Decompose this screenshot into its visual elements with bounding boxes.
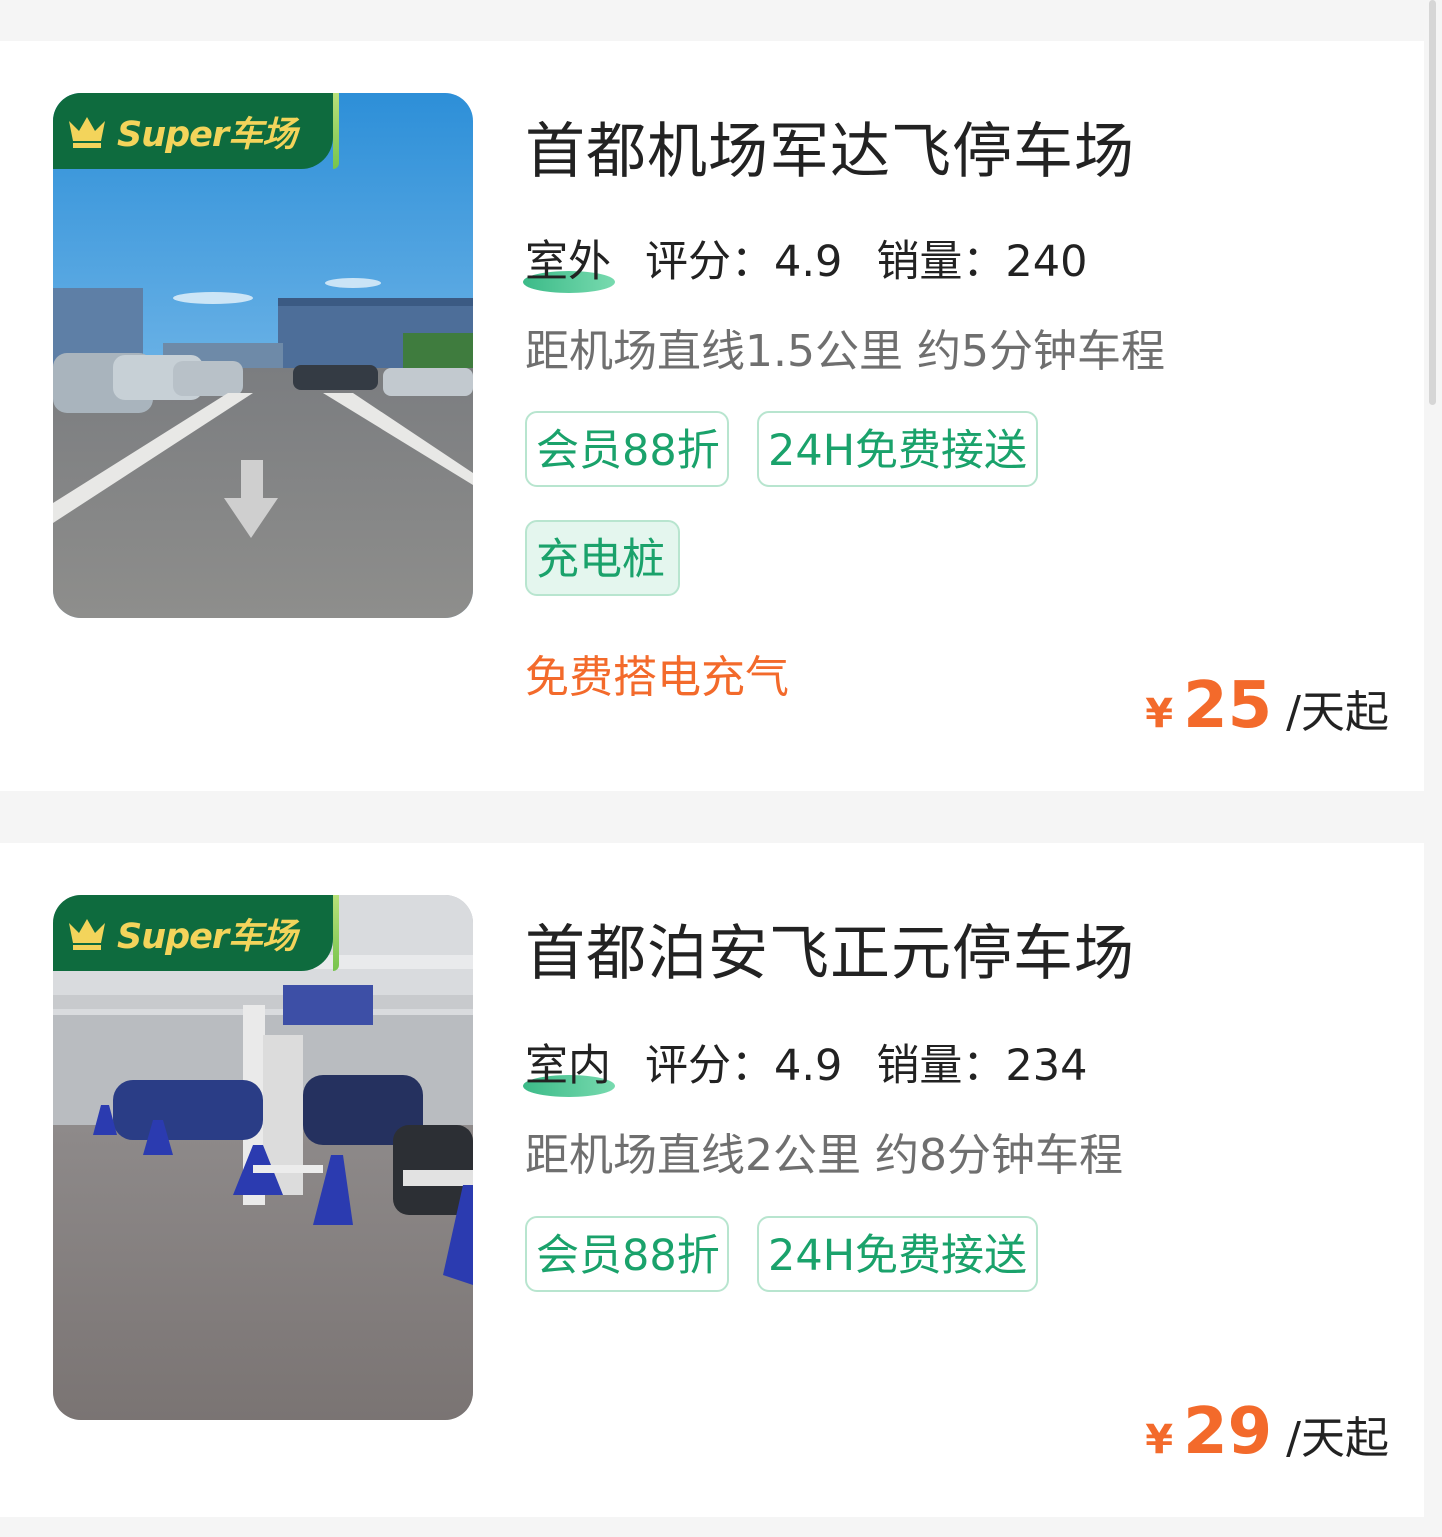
parking-lot-photo: Super车场 (53, 93, 473, 618)
parking-lot-meta: 室外 评分：4.9 销量：240 (523, 227, 1121, 293)
rating: 评分：4.9 (645, 237, 843, 287)
parking-lot-photo: Super车场 (53, 895, 473, 1420)
location-type: 室外 (523, 227, 615, 293)
currency-symbol: ¥ (1145, 1417, 1174, 1463)
price: ¥ 29 /天起 (1145, 1395, 1389, 1469)
price: ¥ 25 /天起 (1145, 669, 1389, 743)
price-amount: 25 (1183, 669, 1273, 743)
super-lot-badge-label: Super车场 (117, 916, 297, 957)
free-shuttle-tag: 24H免费接送 (757, 1216, 1038, 1292)
parking-lot-card[interactable]: Super车场 首都机场军达飞停车场 室外 评分：4.9 销量：240 距机场直… (0, 41, 1424, 791)
free-shuttle-tag: 24H免费接送 (757, 411, 1038, 487)
parking-lot-meta: 室内 评分：4.9 销量：234 (523, 1031, 1121, 1097)
member-discount-tag: 会员88折 (525, 411, 729, 487)
charging-pile-tag: 充电桩 (525, 520, 680, 596)
price-unit: /天起 (1286, 1413, 1389, 1464)
currency-symbol: ¥ (1145, 691, 1174, 737)
parking-lot-name: 首都泊安飞正元停车场 (525, 919, 1135, 989)
sales-count: 销量：240 (876, 237, 1088, 287)
parking-lot-name: 首都机场军达飞停车场 (525, 117, 1135, 187)
sales-count: 销量：234 (876, 1041, 1088, 1091)
crown-icon (69, 919, 105, 950)
super-lot-badge: Super车场 (53, 895, 339, 971)
rating: 评分：4.9 (645, 1041, 843, 1091)
super-lot-badge: Super车场 (53, 93, 339, 169)
price-unit: /天起 (1286, 687, 1389, 738)
location-type: 室内 (523, 1031, 615, 1097)
distance-info: 距机场直线1.5公里 约5分钟车程 (525, 326, 1165, 377)
distance-info: 距机场直线2公里 约8分钟车程 (525, 1130, 1123, 1181)
crown-icon (69, 117, 105, 148)
parking-lot-card[interactable]: Super车场 首都泊安飞正元停车场 室内 评分：4.9 销量：234 距机场直… (0, 843, 1424, 1517)
promo-text: 免费搭电充气 (525, 652, 789, 703)
price-amount: 29 (1183, 1395, 1273, 1469)
scrollbar[interactable] (1429, 0, 1436, 405)
super-lot-badge-label: Super车场 (117, 114, 297, 155)
member-discount-tag: 会员88折 (525, 1216, 729, 1292)
